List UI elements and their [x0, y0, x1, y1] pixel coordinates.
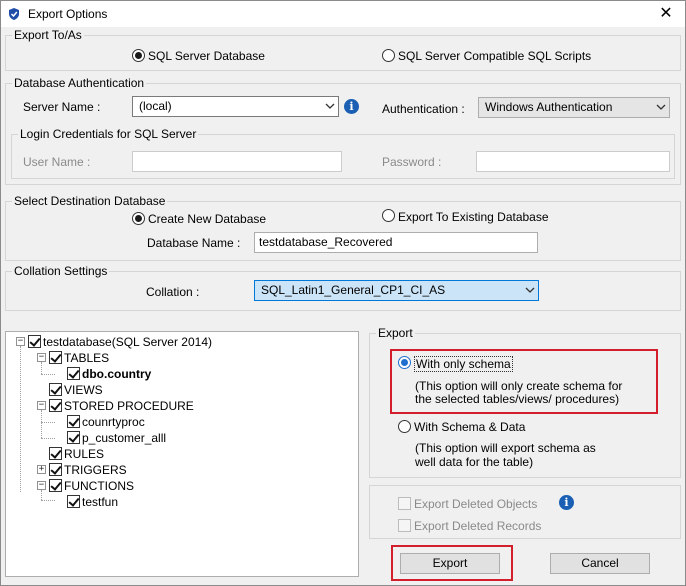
user-name-label: User Name :: [23, 155, 91, 169]
database-authentication-legend: Database Authentication: [12, 76, 147, 90]
schema-only-radio[interactable]: [398, 356, 411, 369]
tree-line: [20, 346, 21, 492]
authentication-value: Windows Authentication: [485, 100, 613, 114]
schema-only-desc-1: (This option will only create schema for: [415, 379, 623, 393]
sql-server-database-label: SQL Server Database: [148, 49, 265, 63]
server-name-label: Server Name :: [23, 100, 101, 114]
views-label[interactable]: VIEWS: [64, 383, 103, 397]
triggers-label[interactable]: TRIGGERS: [64, 463, 127, 477]
functions-label[interactable]: FUNCTIONS: [64, 479, 134, 493]
tree-line: [41, 410, 42, 438]
collation-label: Collation :: [146, 285, 200, 299]
schema-and-data-label: With Schema & Data: [414, 420, 526, 434]
cancel-button[interactable]: Cancel: [550, 553, 650, 574]
chevron-down-icon: [656, 104, 666, 110]
export-deleted-objects-checkbox[interactable]: [398, 497, 411, 510]
triggers-checkbox[interactable]: [49, 463, 62, 476]
close-button[interactable]: ✕: [655, 3, 677, 25]
info-icon[interactable]: i: [559, 495, 574, 510]
chevron-down-icon: [525, 287, 535, 293]
dbo-country-checkbox[interactable]: [67, 367, 80, 380]
sql-scripts-radio[interactable]: [382, 49, 395, 62]
tables-checkbox[interactable]: [49, 351, 62, 364]
schema-and-data-radio[interactable]: [398, 420, 411, 433]
export-deleted-records-label: Export Deleted Records: [414, 519, 542, 533]
schema-only-desc-2: the selected tables/views/ procedures): [415, 392, 620, 406]
schema-and-data-desc-1: (This option will export schema as: [415, 441, 596, 455]
tree-line: [41, 438, 55, 439]
create-new-database-label: Create New Database: [148, 212, 267, 226]
tables-label[interactable]: TABLES: [64, 351, 109, 365]
title-bar: Export Options ✕: [1, 1, 685, 27]
procs-label[interactable]: STORED PROCEDURE: [64, 399, 194, 413]
tree-line: [41, 362, 42, 374]
database-name-label: Database Name :: [147, 236, 241, 250]
collation-combobox[interactable]: SQL_Latin1_General_CP1_CI_AS: [254, 280, 539, 301]
password-label: Password :: [382, 155, 442, 169]
p-customer-alll-checkbox[interactable]: [67, 431, 80, 444]
collation-value: SQL_Latin1_General_CP1_CI_AS: [261, 283, 446, 297]
server-name-value: (local): [139, 99, 172, 113]
schema-and-data-desc-2: well data for the table): [415, 455, 534, 469]
sql-scripts-label: SQL Server Compatible SQL Scripts: [398, 49, 592, 63]
shield-app-icon: [9, 8, 19, 20]
p-customer-alll-label[interactable]: p_customer_alll: [82, 431, 166, 445]
server-name-combobox[interactable]: (local): [132, 96, 339, 117]
functions-expander[interactable]: −: [37, 481, 46, 490]
authentication-combobox[interactable]: Windows Authentication: [478, 97, 670, 118]
views-checkbox[interactable]: [49, 383, 62, 396]
rules-label[interactable]: RULES: [64, 447, 104, 461]
database-name-input[interactable]: testdatabase_Recovered: [254, 232, 538, 253]
close-icon: ✕: [659, 5, 673, 22]
tree-line: [41, 490, 42, 500]
export-button[interactable]: Export: [400, 553, 500, 574]
testfun-checkbox[interactable]: [67, 495, 80, 508]
counrtyproc-checkbox[interactable]: [67, 415, 80, 428]
export-deleted-records-checkbox[interactable]: [398, 519, 411, 532]
procs-checkbox[interactable]: [49, 399, 62, 412]
triggers-expander[interactable]: +: [37, 465, 46, 474]
functions-checkbox[interactable]: [49, 479, 62, 492]
existing-database-label: Export To Existing Database: [398, 210, 549, 224]
window-title: Export Options: [28, 7, 108, 21]
chevron-down-icon: [325, 103, 335, 109]
tree-line: [41, 500, 55, 501]
existing-database-radio[interactable]: [382, 209, 395, 222]
authentication-label: Authentication :: [382, 102, 465, 116]
tree-line: [41, 422, 55, 423]
export-options-dialog: Export Options ✕ Export To/As SQL Server…: [0, 0, 686, 586]
password-input[interactable]: [476, 151, 670, 172]
tree-line: [41, 374, 55, 375]
user-name-input[interactable]: [132, 151, 342, 172]
collation-settings-legend: Collation Settings: [12, 264, 110, 278]
info-icon[interactable]: i: [344, 99, 359, 114]
export-to-legend: Export To/As: [12, 28, 84, 42]
procs-expander[interactable]: −: [37, 401, 46, 410]
login-credentials-legend: Login Credentials for SQL Server: [18, 127, 199, 141]
counrtyproc-label[interactable]: counrtyproc: [82, 415, 145, 429]
object-tree-view[interactable]: − testdatabase(SQL Server 2014) − TABLES…: [5, 331, 359, 577]
export-deleted-objects-label: Export Deleted Objects: [414, 497, 538, 511]
tree-root-label[interactable]: testdatabase(SQL Server 2014): [43, 335, 212, 349]
root-expander[interactable]: −: [16, 337, 25, 346]
rules-checkbox[interactable]: [49, 447, 62, 460]
schema-only-label: With only schema: [414, 356, 513, 372]
destination-database-legend: Select Destination Database: [12, 194, 168, 208]
testfun-label[interactable]: testfun: [82, 495, 118, 509]
export-mode-legend: Export: [376, 326, 415, 340]
tables-expander[interactable]: −: [37, 353, 46, 362]
root-checkbox[interactable]: [28, 335, 41, 348]
dbo-country-label[interactable]: dbo.country: [82, 367, 151, 381]
sql-server-database-radio[interactable]: [132, 49, 145, 62]
create-new-database-radio[interactable]: [132, 212, 145, 225]
